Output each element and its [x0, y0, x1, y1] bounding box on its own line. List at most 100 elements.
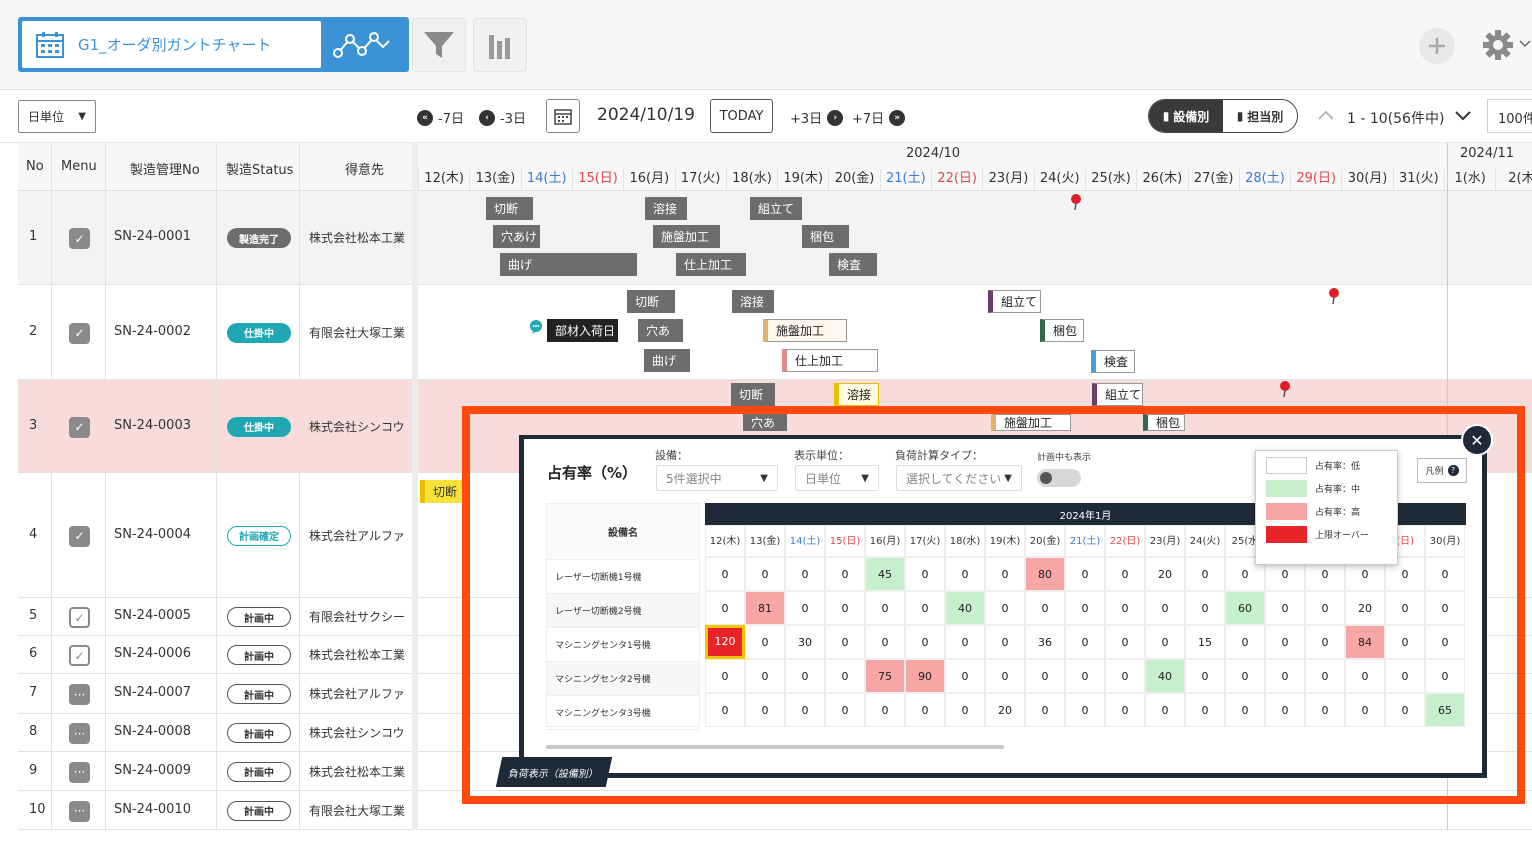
load-cell[interactable]: 0 — [1345, 693, 1385, 727]
load-cell[interactable]: 0 — [825, 625, 865, 659]
load-cell[interactable]: 60 — [1225, 591, 1265, 625]
load-cell[interactable]: 0 — [1265, 625, 1305, 659]
load-cell[interactable]: 0 — [745, 557, 785, 591]
task-bar[interactable]: 切断 — [627, 290, 675, 313]
load-cell[interactable]: 40 — [1145, 659, 1185, 693]
load-cell[interactable]: 0 — [1425, 625, 1465, 659]
equip-select[interactable]: 5件選択中 ▼ — [656, 465, 778, 491]
task-bar[interactable]: 溶接 — [834, 383, 879, 406]
load-cell[interactable]: 0 — [705, 557, 745, 591]
load-cell[interactable]: 0 — [905, 693, 945, 727]
load-cell[interactable]: 65 — [1425, 693, 1465, 727]
chart-button[interactable] — [473, 18, 527, 72]
load-cell[interactable]: 30 — [785, 625, 825, 659]
load-cell[interactable]: 0 — [705, 659, 745, 693]
load-cell[interactable]: 0 — [1385, 625, 1425, 659]
task-bar[interactable]: 検査 — [1091, 350, 1135, 373]
check-icon[interactable]: ✓ — [69, 607, 90, 628]
load-cell[interactable]: 0 — [1025, 591, 1065, 625]
load-cell[interactable]: 0 — [985, 625, 1025, 659]
check-icon[interactable]: ✓ — [69, 645, 90, 666]
today-button[interactable]: TODAY — [710, 99, 773, 133]
load-cell[interactable]: 0 — [865, 693, 905, 727]
load-cell[interactable]: 0 — [1105, 557, 1145, 591]
load-cell[interactable]: 0 — [1145, 591, 1185, 625]
task-bar[interactable]: 切断 — [731, 383, 775, 406]
load-cell[interactable]: 0 — [1185, 693, 1225, 727]
more-icon[interactable]: ··· — [69, 761, 90, 783]
load-cell[interactable]: 120 — [705, 625, 745, 659]
load-cell[interactable]: 0 — [1345, 659, 1385, 693]
pin-icon[interactable] — [1279, 381, 1291, 397]
check-icon[interactable]: ✓ — [69, 525, 90, 547]
load-cell[interactable]: 0 — [985, 659, 1025, 693]
task-bar[interactable]: 仕上加工 — [782, 349, 878, 372]
load-cell[interactable]: 0 — [1425, 659, 1465, 693]
check-icon[interactable]: ✓ — [69, 416, 90, 438]
load-cell[interactable]: 0 — [1265, 693, 1305, 727]
task-bar[interactable]: 施盤加工 — [763, 319, 847, 342]
load-cell[interactable]: 0 — [785, 659, 825, 693]
load-cell[interactable]: 0 — [1185, 557, 1225, 591]
view-selector[interactable]: G1_オーダ別ガントチャート — [18, 17, 409, 72]
task-bar[interactable]: 梱包 — [802, 225, 849, 248]
more-icon[interactable]: ··· — [69, 684, 90, 705]
load-tab[interactable]: 負荷表示（設備別） — [495, 757, 613, 787]
load-cell[interactable]: 0 — [1145, 693, 1185, 727]
load-cell[interactable]: 0 — [945, 557, 985, 591]
load-cell[interactable]: 90 — [905, 659, 945, 693]
more-icon[interactable]: ··· — [69, 723, 90, 744]
load-cell[interactable]: 0 — [1105, 591, 1145, 625]
load-cell[interactable]: 0 — [945, 693, 985, 727]
task-bar[interactable]: 組立て — [988, 290, 1041, 313]
plan-toggle[interactable] — [1037, 469, 1081, 487]
load-cell[interactable]: 40 — [945, 591, 985, 625]
task-bar[interactable]: 穴あけ — [493, 225, 540, 248]
load-cell[interactable]: 0 — [945, 625, 985, 659]
load-cell[interactable]: 0 — [905, 557, 945, 591]
load-cell[interactable]: 0 — [745, 659, 785, 693]
next3-button[interactable]: +3日 › — [790, 108, 844, 127]
chevron-down-icon[interactable] — [376, 39, 390, 49]
load-cell[interactable]: 0 — [1105, 693, 1145, 727]
pin-icon[interactable] — [1070, 194, 1082, 210]
gear-icon[interactable] — [1482, 29, 1514, 61]
load-cell[interactable]: 0 — [1025, 659, 1065, 693]
load-cell[interactable]: 0 — [1145, 625, 1185, 659]
load-cell[interactable]: 0 — [1305, 591, 1345, 625]
load-cell[interactable]: 0 — [905, 591, 945, 625]
load-cell[interactable]: 36 — [1025, 625, 1065, 659]
load-cell[interactable]: 0 — [1425, 557, 1465, 591]
legend-button[interactable]: 凡例? — [1417, 458, 1467, 483]
load-cell[interactable]: 0 — [1425, 591, 1465, 625]
load-cell[interactable]: 20 — [985, 693, 1025, 727]
load-cell[interactable]: 0 — [785, 591, 825, 625]
load-cell[interactable]: 0 — [745, 693, 785, 727]
load-cell[interactable]: 84 — [1345, 625, 1385, 659]
task-bar[interactable]: 穴あ — [638, 319, 683, 342]
task-bar[interactable]: 曲げ — [500, 253, 637, 276]
load-cell[interactable]: 0 — [1225, 693, 1265, 727]
load-cell[interactable]: 0 — [705, 591, 745, 625]
unit-select[interactable]: 日単位 ▼ — [18, 100, 96, 133]
load-cell[interactable]: 0 — [705, 693, 745, 727]
load-cell[interactable]: 0 — [825, 591, 865, 625]
task-bar[interactable]: 検査 — [829, 253, 877, 276]
load-cell[interactable]: 15 — [1185, 625, 1225, 659]
load-cell[interactable]: 0 — [785, 557, 825, 591]
load-cell[interactable]: 80 — [1025, 557, 1065, 591]
task-bar[interactable]: 梱包 — [1040, 319, 1084, 342]
load-cell[interactable]: 20 — [1345, 591, 1385, 625]
load-cell[interactable]: 0 — [1225, 625, 1265, 659]
load-cell[interactable]: 0 — [1385, 591, 1425, 625]
horizontal-scrollbar[interactable] — [546, 745, 1004, 749]
load-cell[interactable]: 0 — [945, 659, 985, 693]
load-cell[interactable]: 0 — [1185, 591, 1225, 625]
chevron-up-icon[interactable] — [1318, 110, 1334, 120]
pin-icon[interactable] — [1328, 288, 1340, 304]
load-cell[interactable]: 0 — [865, 625, 905, 659]
load-cell[interactable]: 0 — [985, 591, 1025, 625]
task-bar[interactable]: 曲げ — [644, 349, 690, 372]
task-bar[interactable]: 切断 — [486, 197, 533, 220]
load-cell[interactable]: 0 — [1265, 659, 1305, 693]
